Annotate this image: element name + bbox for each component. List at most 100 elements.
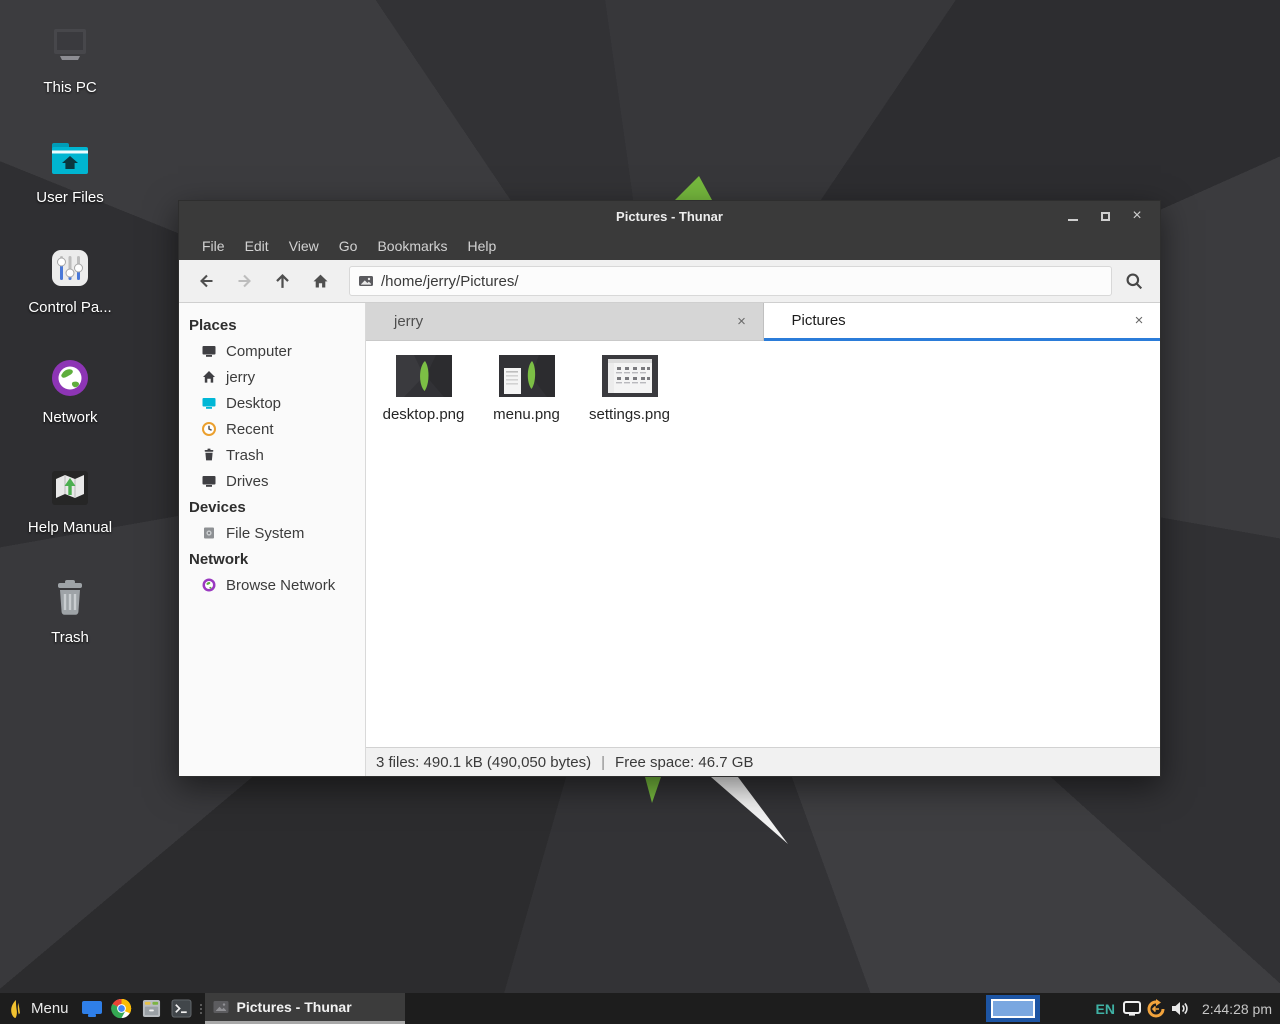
terminal-launcher[interactable]: [167, 993, 197, 1024]
menu-go[interactable]: Go: [329, 231, 368, 260]
status-free-space-text: Free space: 46.7 GB: [615, 754, 753, 771]
start-menu-button[interactable]: Menu: [0, 993, 77, 1024]
clock[interactable]: 2:44:28 pm: [1192, 1001, 1280, 1017]
taskbar: Menu: [0, 993, 1280, 1024]
speaker-icon: [1171, 1000, 1189, 1017]
path-bar[interactable]: /home/jerry/Pictures/: [349, 266, 1112, 296]
desktop-icon-network[interactable]: Network: [10, 354, 130, 464]
trash-icon: [46, 574, 94, 622]
image-icon: [358, 273, 374, 289]
up-button[interactable]: [265, 266, 299, 296]
back-icon: [198, 273, 215, 289]
desktop-icon-label: Trash: [51, 629, 89, 646]
menu-help[interactable]: Help: [458, 231, 507, 260]
window-controls: ×: [1064, 207, 1160, 225]
file-menu-png[interactable]: menu.png: [475, 349, 578, 423]
tasklist-handle[interactable]: [197, 993, 205, 1024]
task-window-label: Pictures - Thunar: [237, 999, 352, 1015]
sidebar-item-label: jerry: [226, 369, 255, 386]
network-icon: [46, 354, 94, 402]
sidebar-item-jerry[interactable]: jerry: [179, 364, 365, 390]
desktop-icon-control-panel[interactable]: Control Pa...: [10, 244, 130, 354]
forward-button[interactable]: [227, 266, 261, 296]
sidebar-item-recent[interactable]: Recent: [179, 416, 365, 442]
tab-jerry[interactable]: jerry ×: [366, 303, 764, 341]
help-manual-icon: [46, 464, 94, 512]
minimize-button[interactable]: [1064, 207, 1082, 225]
browse-network-globe-icon: [201, 577, 217, 593]
menu-file[interactable]: File: [192, 231, 235, 260]
tab-close-icon[interactable]: ×: [1130, 312, 1148, 329]
display-icon: [1123, 1001, 1141, 1016]
sidebar-header-places[interactable]: Places: [179, 312, 365, 338]
updates-tray-button[interactable]: [1144, 993, 1168, 1024]
home-button[interactable]: [303, 266, 337, 296]
menu-bookmarks[interactable]: Bookmarks: [367, 231, 457, 260]
this-pc-icon: [46, 24, 94, 72]
sidebar-item-browse-network[interactable]: Browse Network: [179, 572, 365, 598]
show-desktop-launcher[interactable]: [77, 993, 107, 1024]
up-icon: [274, 273, 291, 290]
close-icon: ×: [1132, 208, 1141, 224]
menu-view[interactable]: View: [279, 231, 329, 260]
tab-pictures[interactable]: Pictures ×: [764, 303, 1161, 341]
desktop-icon-this-pc[interactable]: This PC: [10, 24, 130, 134]
sidebar-item-label: Recent: [226, 421, 274, 438]
sidebar-item-label: Trash: [226, 447, 264, 464]
volume-tray-button[interactable]: [1168, 993, 1192, 1024]
trash-icon: [201, 447, 217, 463]
maximize-icon: [1101, 212, 1110, 221]
drives-icon: [201, 473, 217, 489]
sidebar-header-devices[interactable]: Devices: [179, 494, 365, 520]
file-cabinet-icon: [141, 999, 162, 1018]
desktop-icon-user-files[interactable]: User Files: [10, 134, 130, 244]
sidebar-item-file-system[interactable]: File System: [179, 520, 365, 546]
sidebar-item-label: Drives: [226, 473, 269, 490]
status-separator: |: [601, 754, 605, 771]
sidebar-header-network[interactable]: Network: [179, 546, 365, 572]
file-desktop-png[interactable]: desktop.png: [372, 349, 475, 423]
sidebar-item-label: Desktop: [226, 395, 281, 412]
desktop-icon-trash[interactable]: Trash: [10, 574, 130, 684]
control-panel-icon: [46, 244, 94, 292]
task-image-icon: [213, 1000, 229, 1014]
maximize-button[interactable]: [1096, 207, 1114, 225]
back-button[interactable]: [189, 266, 223, 296]
desktop-icon-list: This PC User Files: [10, 24, 130, 684]
toolbar: /home/jerry/Pictures/: [179, 260, 1160, 303]
recent-clock-icon: [201, 421, 217, 437]
user-files-icon: [46, 134, 94, 182]
thunar-window: Pictures - Thunar × File Edit View Go Bo…: [178, 200, 1161, 777]
tab-close-icon[interactable]: ×: [733, 313, 751, 330]
titlebar[interactable]: Pictures - Thunar ×: [179, 201, 1160, 231]
desktop-icon-label: Control Pa...: [28, 299, 111, 316]
menu-edit[interactable]: Edit: [235, 231, 279, 260]
update-refresh-icon: [1146, 999, 1166, 1019]
sidebar-item-trash[interactable]: Trash: [179, 442, 365, 468]
sidebar-item-desktop[interactable]: Desktop: [179, 390, 365, 416]
file-manager-launcher[interactable]: [137, 993, 167, 1024]
terminal-icon: [171, 999, 192, 1018]
keyboard-layout-indicator[interactable]: EN: [1090, 1001, 1119, 1017]
desktop-icon-label: User Files: [36, 189, 104, 206]
sidebar-item-drives[interactable]: Drives: [179, 468, 365, 494]
status-bar: 3 files: 490.1 kB (490,050 bytes) | Free…: [366, 747, 1160, 776]
sidebar-item-computer[interactable]: Computer: [179, 338, 365, 364]
workspace-pager[interactable]: [986, 995, 1040, 1022]
menu-png-thumbnail: [499, 355, 555, 397]
home-icon: [201, 369, 217, 385]
search-button[interactable]: [1116, 266, 1152, 296]
taskbar-window-button[interactable]: Pictures - Thunar: [205, 993, 405, 1024]
file-view[interactable]: desktop.png menu.png: [366, 341, 1160, 747]
window-title: Pictures - Thunar: [179, 209, 1160, 224]
chrome-launcher[interactable]: [107, 993, 137, 1024]
desktop-icon-help-manual[interactable]: Help Manual: [10, 464, 130, 574]
file-settings-png[interactable]: settings.png: [578, 349, 681, 423]
desktop-display-icon: [81, 1000, 103, 1018]
search-icon: [1125, 272, 1144, 291]
sidebar-item-label: File System: [226, 525, 304, 542]
close-button[interactable]: ×: [1128, 207, 1146, 225]
system-tray: EN 2:44:28 pm: [986, 993, 1280, 1024]
display-settings-tray-button[interactable]: [1120, 993, 1144, 1024]
desktop-icon: [201, 395, 217, 411]
